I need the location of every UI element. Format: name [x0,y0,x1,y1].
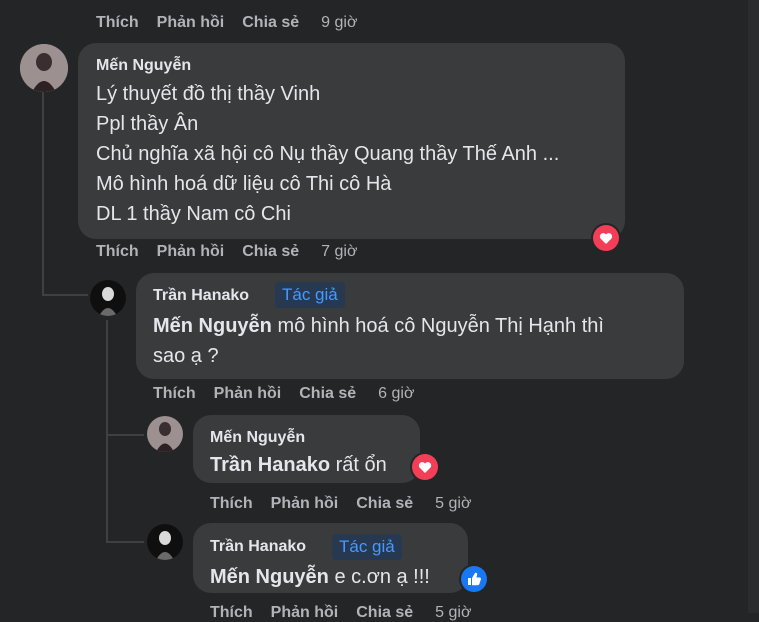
share-button[interactable]: Chia sẻ [356,495,413,513]
comment-author[interactable]: Trần Hanako [210,538,306,556]
comment-line: DL 1 thầy Nam cô Chi [96,203,291,225]
thread-line-main [42,92,44,296]
share-button[interactable]: Chia sẻ [356,604,413,622]
scrollbar[interactable] [748,0,759,613]
like-button[interactable]: Thích [96,14,139,32]
comment-actions: Thích Phản hồi Chia sẻ 5 giờ [210,604,471,622]
comment-author[interactable]: Mến Nguyễn [96,57,191,75]
reply-button[interactable]: Phản hồi [271,604,339,622]
timestamp[interactable]: 9 giờ [317,14,357,32]
avatar[interactable] [90,280,126,316]
comment-text: e c.ơn ạ !!! [328,566,430,588]
share-button[interactable]: Chia sẻ [242,14,299,32]
mention-link[interactable]: Mến Nguyễn [210,566,329,588]
timestamp[interactable]: 7 giờ [317,243,357,261]
author-badge: Tác giả [332,534,402,560]
like-button[interactable]: Thích [210,604,253,622]
mention-link[interactable]: Mến Nguyễn [153,315,272,337]
timestamp[interactable]: 5 giờ [431,495,471,513]
thread-connector [42,294,88,296]
reply-button[interactable]: Phản hồi [214,385,282,403]
thread-connector [106,434,144,436]
comment-line: Ppl thầy Ân [96,113,199,135]
mention-link[interactable]: Trần Hanako [210,454,330,476]
like-button[interactable]: Thích [153,385,196,403]
like-button[interactable]: Thích [96,243,139,261]
comment-line: Mô hình hoá dữ liệu cô Thi cô Hà [96,173,392,195]
comment-author[interactable]: Mến Nguyễn [210,429,305,447]
comment-line: Mến Nguyễn mô hình hoá cô Nguyễn Thị Hạn… [153,315,604,338]
author-badge: Tác giả [275,282,345,308]
comment-text: mô hình hoá cô Nguyễn Thị Hạnh thì [271,315,604,337]
comment-actions: Thích Phản hồi Chia sẻ 6 giờ [153,385,414,403]
heart-reaction-icon[interactable] [410,452,440,482]
timestamp[interactable]: 6 giờ [374,385,414,403]
reply-button[interactable]: Phản hồi [157,14,225,32]
reply-button[interactable]: Phản hồi [271,495,339,513]
thread-connector [106,541,144,543]
comment-author[interactable]: Trần Hanako [153,287,249,305]
timestamp[interactable]: 5 giờ [431,604,471,622]
reply-button[interactable]: Phản hồi [157,243,225,261]
thread-line-sub [106,320,108,542]
comment-line: Trần Hanako rất ổn [210,454,387,477]
like-button[interactable]: Thích [210,495,253,513]
comment-actions: Thích Phản hồi Chia sẻ 9 giờ [96,14,357,32]
comment-line: Chủ nghĩa xã hội cô Nụ thầy Quang thầy T… [96,143,560,165]
avatar[interactable] [147,524,183,560]
like-reaction-icon[interactable] [459,564,489,594]
avatar[interactable] [20,44,68,92]
share-button[interactable]: Chia sẻ [242,243,299,261]
comment-text: rất ổn [330,454,387,476]
share-button[interactable]: Chia sẻ [299,385,356,403]
comment-line: Lý thuyết đồ thị thầy Vinh [96,83,321,105]
comment-line: sao ạ ? [153,345,219,367]
avatar[interactable] [147,416,183,452]
heart-reaction-icon[interactable] [591,223,621,253]
comment-actions: Thích Phản hồi Chia sẻ 7 giờ [96,243,357,261]
comment-line: Mến Nguyễn e c.ơn ạ !!! [210,566,430,589]
comment-actions: Thích Phản hồi Chia sẻ 5 giờ [210,495,471,513]
